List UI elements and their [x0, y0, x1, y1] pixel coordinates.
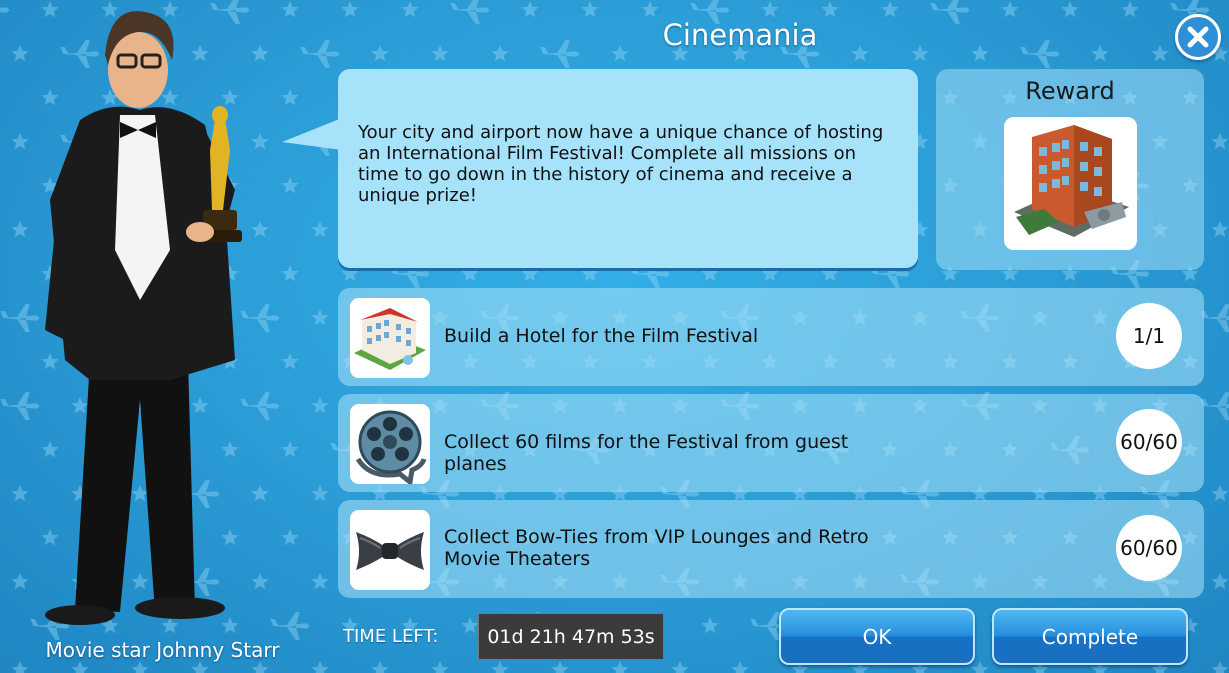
star-pattern-shape — [761, 1, 779, 18]
star-pattern-shape — [671, 661, 689, 673]
star-pattern-shape — [911, 45, 929, 62]
star-pattern-shape — [311, 309, 329, 326]
star-pattern-shape — [1001, 1, 1019, 18]
speech-bubble: Your city and airport now have a unique … — [338, 69, 918, 268]
star-pattern-shape — [1061, 1, 1079, 18]
star-pattern-shape — [11, 661, 29, 673]
star-pattern-shape — [431, 661, 449, 673]
star-pattern-shape — [1211, 133, 1229, 150]
reward-label: Reward — [1025, 77, 1115, 105]
reward-image — [1004, 117, 1137, 250]
star-pattern-shape — [1091, 45, 1109, 62]
mission-text: Collect Bow-Ties from VIP Lounges and Re… — [444, 526, 869, 570]
star-pattern-shape — [491, 45, 509, 62]
mission-icon-frame — [350, 510, 430, 590]
hotel-icon — [350, 298, 430, 378]
star-pattern-shape — [461, 617, 479, 634]
star-pattern-shape — [311, 485, 329, 502]
plane-pattern-shape — [300, 40, 340, 68]
mission-icon-frame — [350, 404, 430, 484]
star-pattern-shape — [401, 1, 419, 18]
mission-row: Collect Bow-Ties from VIP Lounges and Re… — [338, 500, 1204, 598]
star-pattern-shape — [1121, 1, 1139, 18]
star-pattern-shape — [1211, 573, 1229, 590]
mission-progress: 60/60 — [1116, 409, 1182, 475]
bow-tie-icon — [350, 510, 430, 590]
plane-pattern-shape — [1020, 40, 1060, 68]
star-pattern-shape — [1211, 661, 1229, 673]
time-left-label: TIME LEFT: — [343, 626, 439, 647]
character-portrait — [45, 11, 242, 625]
star-pattern-shape — [371, 661, 389, 673]
reward-panel: Reward — [936, 69, 1204, 270]
mission-row: Build a Hotel for the Film Festival 1/1 — [338, 288, 1204, 386]
plane-pattern-shape — [0, 7, 10, 13]
star-pattern-shape — [311, 221, 329, 238]
ok-button[interactable]: OK — [779, 608, 975, 665]
plane-pattern-shape — [450, 0, 490, 24]
hotel-building-icon — [1004, 117, 1137, 250]
dialog-title: Cinemania — [662, 18, 818, 52]
star-pattern-shape — [971, 45, 989, 62]
star-pattern-shape — [611, 661, 629, 673]
star-pattern-shape — [1151, 45, 1169, 62]
countdown-timer: 01d 21h 47m 53s — [478, 613, 664, 660]
star-pattern-shape — [191, 661, 209, 673]
star-pattern-shape — [1211, 485, 1229, 502]
star-pattern-shape — [431, 45, 449, 62]
close-button[interactable] — [1175, 14, 1221, 60]
star-pattern-shape — [311, 661, 329, 673]
star-pattern-shape — [371, 45, 389, 62]
star-pattern-shape — [311, 573, 329, 590]
mission-progress: 60/60 — [1116, 515, 1182, 581]
star-pattern-shape — [71, 661, 89, 673]
mission-progress: 1/1 — [1116, 303, 1182, 369]
mission-text: Build a Hotel for the Film Festival — [444, 325, 759, 347]
plane-pattern-shape — [1200, 304, 1229, 332]
close-icon — [1187, 26, 1209, 48]
star-pattern-shape — [641, 1, 659, 18]
star-pattern-shape — [251, 661, 269, 673]
plane-pattern-shape — [1200, 392, 1229, 420]
mission-row: Collect 60 films for the Festival from g… — [338, 394, 1204, 492]
star-pattern-shape — [551, 661, 569, 673]
star-pattern-shape — [581, 1, 599, 18]
dialog-description: Your city and airport now have a unique … — [358, 122, 884, 206]
character-name: Movie star Johnny Starr — [45, 638, 280, 662]
star-pattern-shape — [881, 1, 899, 18]
star-pattern-shape — [701, 617, 719, 634]
star-pattern-shape — [341, 1, 359, 18]
star-pattern-shape — [1211, 221, 1229, 238]
complete-button[interactable]: Complete — [992, 608, 1188, 665]
plane-pattern-shape — [540, 40, 580, 68]
star-pattern-shape — [521, 1, 539, 18]
star-pattern-shape — [311, 397, 329, 414]
star-pattern-shape — [731, 661, 749, 673]
film-reel-icon — [350, 404, 430, 484]
star-pattern-shape — [491, 661, 509, 673]
star-pattern-shape — [821, 1, 839, 18]
mission-icon-frame — [350, 298, 430, 378]
plane-pattern-shape — [930, 0, 970, 24]
star-pattern-shape — [131, 661, 149, 673]
mission-text: Collect 60 films for the Festival from g… — [444, 431, 849, 475]
star-pattern-shape — [971, 661, 989, 673]
